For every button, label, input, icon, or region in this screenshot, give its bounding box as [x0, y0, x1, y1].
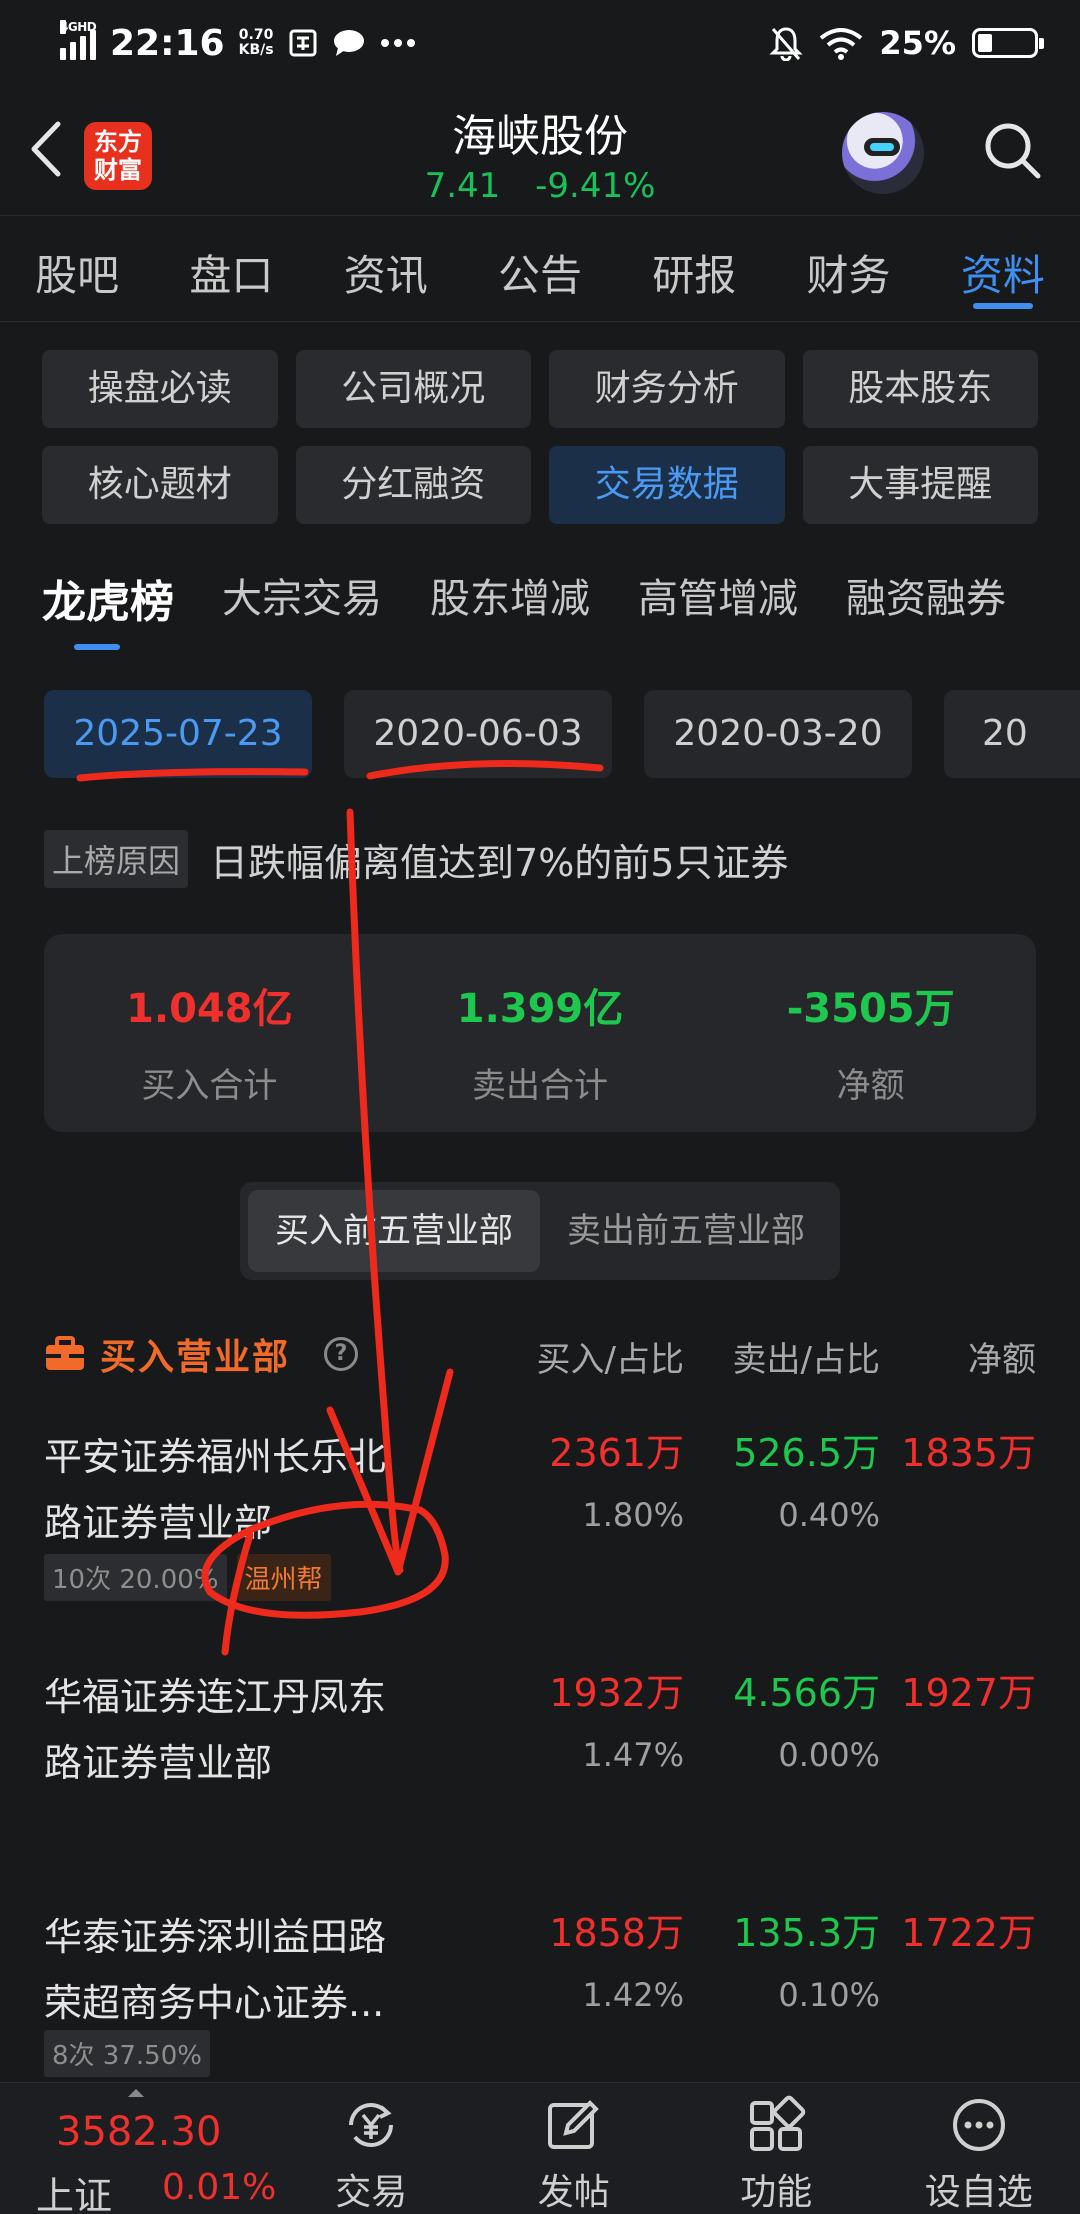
battery-percent: 25% — [879, 24, 956, 62]
battery-icon — [972, 28, 1044, 58]
group-tag[interactable]: 温州帮 — [236, 1554, 331, 1601]
tab-guba[interactable]: 股吧 — [0, 216, 154, 321]
nav-add-watchlist[interactable]: 设自选 — [878, 2083, 1080, 2214]
more-circle-icon — [952, 2099, 1005, 2151]
submenu-trading-data[interactable]: 交易数据 — [549, 446, 785, 524]
buy-sell-toggle: 买入前五营业部 卖出前五营业部 — [240, 1182, 840, 1280]
submenu-shareholders[interactable]: 股本股东 — [802, 350, 1038, 428]
index-ticker[interactable]: 3582.30 上证 0.01% — [0, 2083, 276, 2214]
submenu-dividends[interactable]: 分红融资 — [295, 446, 531, 524]
net-amount: 1835万 — [901, 1431, 1036, 1475]
profile-submenu: 操盘必读 公司概况 财务分析 股本股东 核心题材 分红融资 交易数据 大事提醒 — [42, 350, 1038, 524]
tab-dragon-tiger[interactable]: 龙虎榜 — [42, 566, 174, 650]
table-header: 买入营业部 ? 买入/占比 卖出/占比 净额 — [44, 1324, 1036, 1384]
trade-yuan-icon — [349, 2103, 394, 2147]
index-change: 0.01% — [162, 2167, 277, 2208]
help-icon[interactable]: ? — [324, 1337, 359, 1371]
tab-announcements[interactable]: 公告 — [463, 216, 617, 321]
net-amount: 1722万 — [901, 1911, 1036, 1955]
clock: 22:16 — [110, 22, 225, 64]
tab-finance[interactable]: 财务 — [771, 216, 925, 321]
trading-data-tabs: 龙虎榜 大宗交易 股东增减 高管增减 融资融券 — [42, 566, 1006, 650]
network-speed: 0.70 KB/s — [238, 27, 274, 58]
signal-icon: 4GHD — [60, 20, 97, 60]
row-tags: 8次 37.50% — [44, 2030, 210, 2077]
toggle-sell-top5[interactable]: 卖出前五营业部 — [540, 1190, 832, 1272]
tab-pankou[interactable]: 盘口 — [154, 216, 308, 321]
reason-text: 日跌幅偏离值达到7%的前5只证券 — [210, 840, 789, 885]
table-row[interactable]: 华福证券连江丹凤东 路证券营业部 1932万 1.47% 4.566万 0.00… — [44, 1664, 1036, 1804]
tab-holder-changes[interactable]: 股东增减 — [430, 566, 590, 630]
tab-profile[interactable]: 资料 — [926, 216, 1080, 321]
mute-bell-icon — [769, 27, 804, 61]
edit-post-icon — [547, 2100, 599, 2149]
net-total: -3505万 净额 — [786, 986, 955, 1106]
submenu-major-events[interactable]: 大事提醒 — [802, 446, 1038, 524]
submenu-financial-analysis[interactable]: 财务分析 — [549, 350, 785, 428]
toggle-buy-top5[interactable]: 买入前五营业部 — [248, 1190, 540, 1272]
tab-margin-trading[interactable]: 融资融券 — [846, 566, 1006, 630]
branch-name: 华福证券连江丹凤东 路证券营业部 — [44, 1675, 387, 1785]
nav-trade[interactable]: 交易 — [270, 2083, 473, 2214]
submenu-core-themes[interactable]: 核心题材 — [42, 446, 278, 524]
index-name: 上证 — [36, 2174, 113, 2214]
nav-post[interactable]: 发帖 — [473, 2083, 676, 2214]
frequency-tag: 10次 20.00% — [44, 1554, 227, 1601]
sell-total: 1.399亿 卖出合计 — [456, 986, 624, 1106]
index-value: 3582.30 — [56, 2109, 222, 2155]
date-chip[interactable]: 2020-03-20 — [644, 690, 912, 778]
briefcase-icon — [46, 1336, 84, 1370]
more-dots-icon — [380, 39, 415, 47]
table-row[interactable]: 平安证券福州长乐北 路证券营业部 10次 20.00% 温州帮 2361万 1.… — [44, 1424, 1036, 1604]
nav-functions[interactable]: 功能 — [675, 2083, 878, 2214]
caret-up-icon — [128, 2089, 144, 2097]
status-bar: 4GHD 22:16 0.70 KB/s 25% — [0, 0, 1080, 86]
listing-reason: 上榜原因 日跌幅偏离值达到7%的前5只证券 — [44, 830, 788, 888]
net-amount: 1927万 — [901, 1671, 1036, 1715]
sell-percent: 0.00% — [778, 1736, 880, 1774]
tab-research[interactable]: 研报 — [617, 216, 771, 321]
row-tags: 10次 20.00% 温州帮 — [44, 1554, 331, 1601]
branch-name: 平安证券福州长乐北 路证券营业部 — [44, 1435, 387, 1545]
branch-name: 华泰证券深圳益田路 荣超商务中心证券... — [44, 1915, 387, 2025]
app-notification-icon — [289, 29, 317, 57]
col-net: 净额 — [968, 1340, 1036, 1380]
buy-total: 1.048亿 买入合计 — [126, 986, 293, 1106]
date-chip[interactable]: 20 — [944, 690, 1080, 778]
sell-percent: 0.10% — [778, 1976, 880, 2014]
search-icon[interactable] — [980, 118, 1046, 184]
main-tabs: 股吧 盘口 资讯 公告 研报 财务 资料 — [0, 216, 1080, 322]
summary-card: 1.048亿 买入合计 1.399亿 卖出合计 -3505万 净额 — [44, 934, 1036, 1132]
frequency-tag: 8次 37.50% — [44, 2030, 210, 2077]
tab-news[interactable]: 资讯 — [309, 216, 463, 321]
submenu-trading-must-read[interactable]: 操盘必读 — [42, 350, 278, 428]
table-title: 买入营业部 ? — [44, 1328, 359, 1380]
table-row[interactable]: 华泰证券深圳益田路 荣超商务中心证券... 8次 37.50% 1858万 1.… — [44, 1904, 1036, 2080]
tab-block-trade[interactable]: 大宗交易 — [222, 566, 382, 630]
bottom-nav: 3582.30 上证 0.01% 交易 发帖 功能 设自选 — [0, 2082, 1080, 2214]
grid-apps-icon — [750, 2095, 806, 2151]
sell-percent: 0.40% — [778, 1496, 880, 1534]
tab-executive-changes[interactable]: 高管增减 — [638, 566, 798, 630]
assistant-robot-icon[interactable] — [842, 112, 924, 194]
stock-change: -9.41% — [535, 166, 656, 206]
network-type: 4GHD — [60, 20, 97, 34]
reason-tag: 上榜原因 — [44, 830, 189, 888]
date-chip[interactable]: 2020-06-03 — [344, 690, 612, 778]
submenu-company-overview[interactable]: 公司概况 — [295, 350, 531, 428]
date-chip[interactable]: 2025-07-23 — [44, 690, 312, 778]
date-selector: 2025-07-23 2020-06-03 2020-03-20 20 — [44, 690, 1080, 778]
chat-bubble-icon — [333, 30, 364, 56]
wifi-icon — [820, 28, 863, 60]
stock-price: 7.41 — [424, 166, 501, 206]
stock-header: 东方 财富 海峡股份 7.41 -9.41% — [0, 86, 1080, 216]
